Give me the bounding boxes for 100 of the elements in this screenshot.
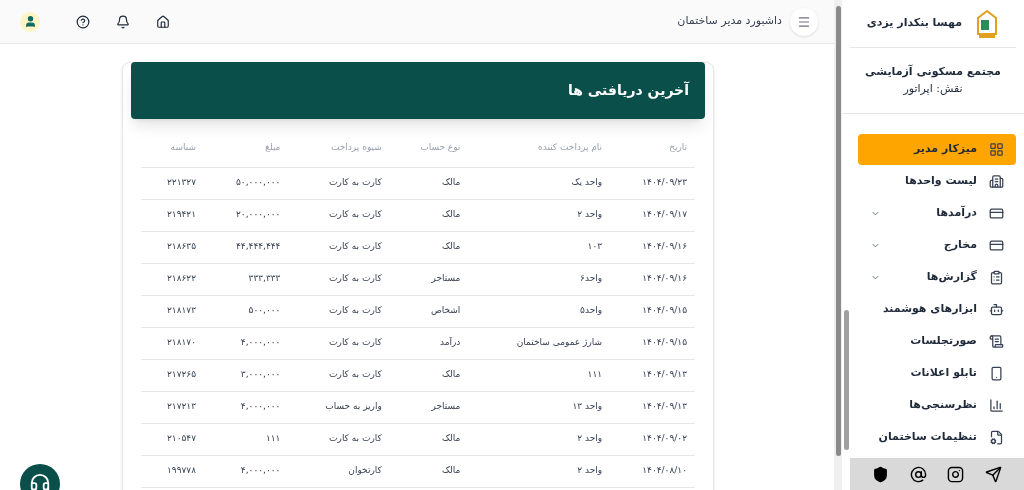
table-cell: ۴,۰۰۰,۰۰۰ bbox=[204, 391, 289, 423]
scrollbar-thumb[interactable] bbox=[844, 310, 849, 450]
table-cell: ۲۱۸۶۲۲ bbox=[141, 263, 204, 295]
table-cell: مالک bbox=[389, 359, 469, 391]
shield-icon[interactable] bbox=[872, 465, 890, 483]
table-cell: ۱۴۰۴/۰۹/۱۵ bbox=[610, 295, 695, 327]
table-cell: ۳,۰۰۰,۰۰۰ bbox=[204, 359, 289, 391]
user-name: مهسا بنکدار یزدی bbox=[866, 15, 962, 32]
complex-name: مجتمع مسکونی آزمایشی bbox=[865, 64, 1001, 80]
table-cell: مالک bbox=[389, 423, 469, 455]
table-cell: کارت به کارت bbox=[288, 167, 390, 199]
robot-icon bbox=[989, 302, 1004, 317]
document-settings-icon bbox=[989, 430, 1004, 445]
item-label: درآمدها bbox=[936, 205, 977, 222]
item-label: تابلو اعلانات bbox=[910, 365, 977, 382]
table-cell: ۲۱۷۲۶۵ bbox=[141, 359, 204, 391]
table-cell: ۵۰۰,۰۰۰ bbox=[204, 295, 289, 327]
avatar[interactable] bbox=[20, 11, 40, 32]
sidebar-item[interactable]: میزکار مدیر bbox=[858, 134, 1016, 165]
table-cell: ۲۱۸۱۷۳ bbox=[141, 295, 204, 327]
column-header: شیوه پرداخت bbox=[288, 129, 390, 167]
table-cell: مستاجر bbox=[389, 391, 469, 423]
role-label: نقش: اپراتور bbox=[903, 80, 963, 97]
table-cell: واریز به حساب bbox=[288, 391, 390, 423]
table-cell: واحد ۱۳ bbox=[468, 391, 611, 423]
table-cell: مالک bbox=[389, 455, 469, 487]
table-cell: ۲۱۰۵۴۷ bbox=[141, 423, 204, 455]
grid-icon bbox=[989, 142, 1004, 157]
item-label: تنظیمات ساختمان bbox=[878, 429, 977, 446]
help-icon[interactable] bbox=[76, 14, 90, 29]
scroll-icon bbox=[989, 334, 1004, 349]
sidebar-item[interactable]: تابلو اعلانات bbox=[858, 358, 1016, 389]
table-cell: ۱۴۰۴/۰۹/۱۵ bbox=[610, 327, 695, 359]
item-label: نظرسنجی‌ها bbox=[909, 397, 977, 414]
sidebar-item[interactable]: نظرسنجی‌ها bbox=[858, 390, 1016, 421]
table-cell: ۱۴۰۴/۰۹/۱۳ bbox=[610, 359, 695, 391]
at-sign-icon[interactable] bbox=[909, 465, 927, 483]
column-header: مبلغ bbox=[204, 129, 289, 167]
scrollbar-thumb[interactable] bbox=[835, 6, 841, 456]
table-cell: واحد ۲ bbox=[468, 423, 611, 455]
column-header: تاریخ bbox=[610, 129, 695, 167]
table-cell: ۱۴۰۴/۰۹/۱۳ bbox=[610, 391, 695, 423]
sidebar-item[interactable]: لیست واحدها bbox=[858, 166, 1016, 197]
item-label: مخارج bbox=[943, 237, 977, 254]
table-cell: کارت به کارت bbox=[288, 359, 390, 391]
sidebar-item[interactable]: ابزارهای هوشمند bbox=[858, 294, 1016, 325]
item-label: صورتجلسات bbox=[910, 333, 977, 350]
table-cell: واحد یک bbox=[468, 167, 611, 199]
table-cell: ۱۴۰۴/۰۹/۰۲ bbox=[610, 423, 695, 455]
table-cell: کارت به کارت bbox=[288, 295, 390, 327]
table-cell: کارت به کارت bbox=[288, 263, 390, 295]
table-cell: ۱۰۳ bbox=[468, 231, 611, 263]
table-cell: درآمد bbox=[389, 327, 469, 359]
table-cell: ۱۴۰۴/۰۹/۲۳ bbox=[610, 167, 695, 199]
send-icon[interactable] bbox=[984, 465, 1002, 483]
sidebar-item[interactable]: مخارج bbox=[858, 230, 1016, 261]
card-icon bbox=[989, 206, 1004, 221]
table-cell: کارت به کارت bbox=[288, 327, 390, 359]
table-cell: کارت به کارت bbox=[288, 199, 390, 231]
clipboard-icon bbox=[989, 270, 1004, 285]
table-cell: واحد۶ bbox=[468, 263, 611, 295]
bell-icon[interactable] bbox=[116, 14, 130, 29]
user-icon bbox=[23, 15, 37, 28]
table-cell: ۵۰,۰۰۰,۰۰۰ bbox=[204, 167, 289, 199]
menu-button[interactable] bbox=[790, 7, 818, 36]
table-cell: ۴,۰۰۰,۰۰۰ bbox=[204, 455, 289, 487]
table-cell: ۲۰,۰۰۰,۰۰۰ bbox=[204, 199, 289, 231]
table-cell: ۱۹۹۷۷۸ bbox=[141, 455, 204, 487]
item-label: گزارش‌ها bbox=[926, 269, 977, 286]
column-header: نام پرداخت کننده bbox=[468, 129, 611, 167]
table-cell: کارت به کارت bbox=[288, 231, 390, 263]
card-title: آخرین دریافتی ها bbox=[568, 80, 689, 101]
table-cell: ۲۱۷۲۱۳ bbox=[141, 391, 204, 423]
logo-icon bbox=[974, 7, 1000, 40]
table-cell: مستاجر bbox=[389, 263, 469, 295]
table-cell: ۱۴۰۴/۰۹/۱۶ bbox=[610, 231, 695, 263]
headset-icon bbox=[29, 473, 51, 490]
table-cell: ۳۳۳,۳۳۳ bbox=[204, 263, 289, 295]
column-header: نوع حساب bbox=[389, 129, 469, 167]
table-cell: ۱۱۱ bbox=[204, 423, 289, 455]
table-cell: ۲۱۹۴۲۱ bbox=[141, 199, 204, 231]
table-cell: ۱۴۰۴/۰۸/۱۰ bbox=[610, 455, 695, 487]
table-cell: ۲۱۸۶۳۵ bbox=[141, 231, 204, 263]
home-icon[interactable] bbox=[156, 14, 170, 29]
table-cell: ۱۱۱ bbox=[468, 359, 611, 391]
table-cell: کارتخوان bbox=[288, 455, 390, 487]
bar-chart-icon bbox=[989, 398, 1004, 413]
instagram-icon[interactable] bbox=[947, 465, 965, 483]
menu-icon bbox=[797, 14, 811, 29]
table-cell: ۴,۰۰۰,۰۰۰ bbox=[204, 327, 289, 359]
sidebar-item[interactable]: صورتجلسات bbox=[858, 326, 1016, 357]
table-cell: شارژ عمومی ساختمان bbox=[468, 327, 611, 359]
table-cell: مالک bbox=[389, 231, 469, 263]
building-icon bbox=[989, 174, 1004, 189]
item-label: میزکار مدیر bbox=[914, 141, 977, 158]
sidebar-item[interactable]: تنظیمات ساختمان bbox=[858, 422, 1016, 453]
sidebar-item[interactable]: گزارش‌ها bbox=[858, 262, 1016, 293]
table-cell: ۱۴۰۴/۰۹/۱۶ bbox=[610, 263, 695, 295]
table-cell: ۲۱۸۱۷۰ bbox=[141, 327, 204, 359]
sidebar-item[interactable]: درآمدها bbox=[858, 198, 1016, 229]
